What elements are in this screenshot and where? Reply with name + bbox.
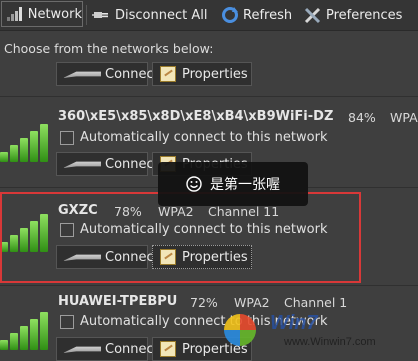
plug-icon xyxy=(63,155,101,173)
disconnect-all-label: Disconnect All xyxy=(115,7,208,23)
wifi-icon xyxy=(5,4,25,24)
toast-text: 是第一张喔 xyxy=(210,177,280,193)
refresh-label: Refresh xyxy=(243,7,293,23)
properties-button[interactable]: Properties xyxy=(152,62,252,86)
signal-strength-icon xyxy=(0,122,56,162)
plug-icon xyxy=(63,65,101,83)
properties-icon xyxy=(160,341,176,357)
connect-button[interactable]: Connect xyxy=(56,152,159,176)
unplug-icon xyxy=(92,5,112,25)
properties-label: Properties xyxy=(182,66,248,82)
tools-icon xyxy=(303,5,323,25)
auto-connect-checkbox[interactable]: Automatically connect to this network xyxy=(60,130,327,145)
disconnect-all-button[interactable]: Disconnect All xyxy=(92,0,207,30)
preferences-label: Preferences xyxy=(326,7,403,23)
toolbar: Network Disconnect All Refresh Preferenc… xyxy=(0,0,418,31)
watermark: Win7 www.Winwin7.com xyxy=(222,308,418,356)
toast-notification: 是第一张喔 xyxy=(158,162,308,206)
network-name: HUAWEI-TPEBPU xyxy=(58,294,178,309)
watermark-brand: Win7 xyxy=(270,312,318,334)
properties-icon xyxy=(160,66,176,82)
row-divider xyxy=(0,285,418,286)
auto-connect-label: Automatically connect to this network xyxy=(80,130,328,145)
network-signal: 84% xyxy=(348,110,376,125)
refresh-button[interactable]: Refresh xyxy=(220,0,292,30)
network-name: 360\xE5\x85\x8D\xE8\xB4\xB9WiFi-DZ xyxy=(58,109,334,124)
row-divider xyxy=(0,96,418,97)
connect-label: Connect xyxy=(105,341,159,357)
windows-logo-icon xyxy=(224,314,256,346)
checkbox[interactable] xyxy=(60,314,74,329)
network-label: Network xyxy=(27,6,82,22)
watermark-url: www.Winwin7.com xyxy=(284,336,376,348)
connect-label: Connect xyxy=(105,156,159,172)
preferences-button[interactable]: Preferences xyxy=(303,0,402,30)
refresh-icon xyxy=(220,5,240,25)
smiley-icon xyxy=(186,176,202,192)
network-button[interactable]: Network xyxy=(1,1,83,27)
checkbox[interactable] xyxy=(60,130,74,145)
network-signal: 72% xyxy=(190,295,218,310)
network-security: WPA xyxy=(390,110,418,125)
toolbar-separator xyxy=(86,5,87,25)
signal-strength-icon xyxy=(0,310,56,350)
connect-button[interactable]: Connect xyxy=(56,62,159,86)
plug-icon xyxy=(63,340,101,358)
connect-button[interactable]: Connect xyxy=(56,337,159,361)
connect-label: Connect xyxy=(105,66,159,82)
network-list-prompt: Choose from the networks below: xyxy=(4,41,214,56)
